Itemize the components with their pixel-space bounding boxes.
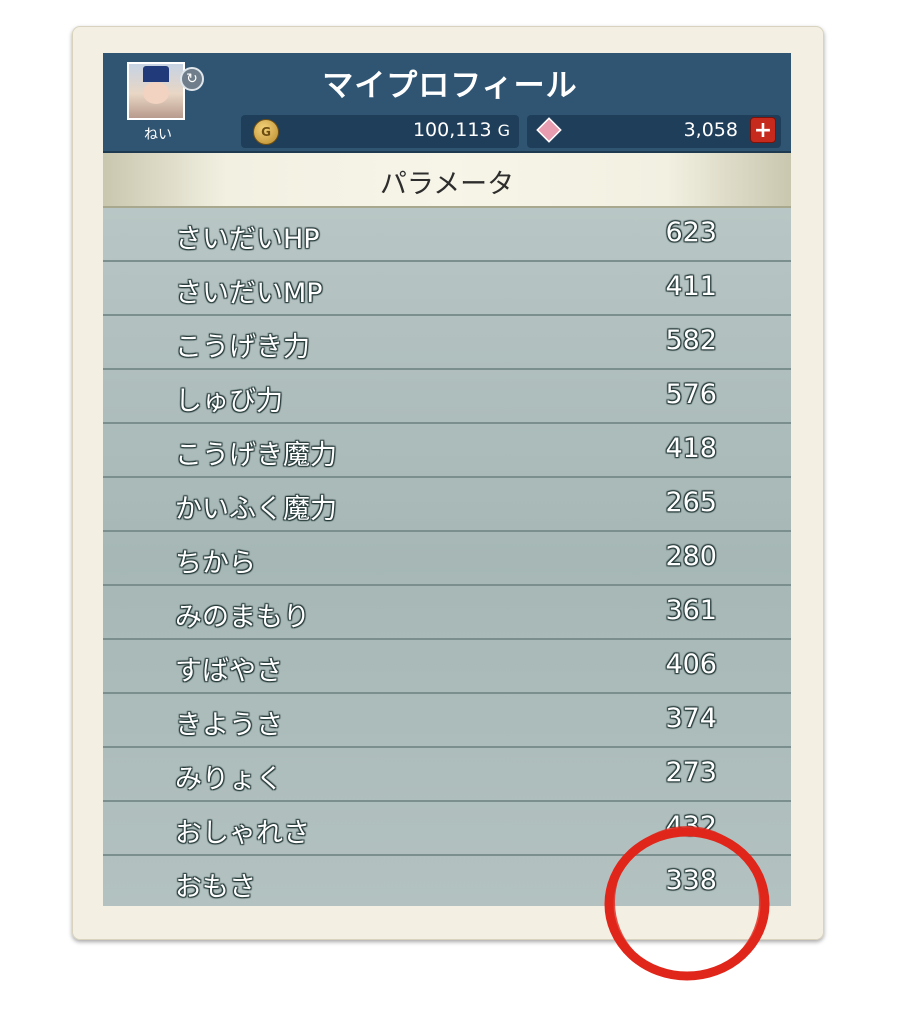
stat-label: きようさ bbox=[175, 710, 283, 741]
stat-row-dexterity: きようさ 374 bbox=[103, 694, 791, 748]
stat-row-charm: みりょく 273 bbox=[103, 748, 791, 802]
stats-table: さいだいHP 623 さいだいMP 411 こうげき力 582 しゅび力 576… bbox=[103, 208, 791, 906]
stat-row-attack-magic: こうげき魔力 418 bbox=[103, 424, 791, 478]
refresh-icon[interactable]: ↻ bbox=[180, 67, 204, 91]
gold-amount: 100,113 G bbox=[300, 119, 510, 141]
stat-value: 623 bbox=[665, 217, 717, 248]
stat-value: 374 bbox=[665, 703, 717, 734]
stat-row-agility: すばやさ 406 bbox=[103, 640, 791, 694]
stat-label: かいふく魔力 bbox=[175, 494, 337, 525]
stat-value: 280 bbox=[665, 541, 717, 572]
stat-value: 273 bbox=[665, 757, 717, 788]
stat-row-defense: しゅび力 576 bbox=[103, 370, 791, 424]
stat-value: 576 bbox=[665, 379, 717, 410]
stat-value: 582 bbox=[665, 325, 717, 356]
stat-label: ちから bbox=[175, 548, 256, 579]
stat-label: しゅび力 bbox=[175, 386, 283, 417]
stat-row-max-hp: さいだいHP 623 bbox=[103, 208, 791, 262]
stat-value: 406 bbox=[665, 649, 717, 680]
page-title: マイプロフィール bbox=[322, 68, 578, 104]
stat-value: 418 bbox=[665, 433, 717, 464]
stat-label: おしゃれさ bbox=[175, 818, 310, 849]
stat-value: 265 bbox=[665, 487, 717, 518]
stat-row-heal-magic: かいふく魔力 265 bbox=[103, 478, 791, 532]
stat-label: こうげき魔力 bbox=[175, 440, 337, 471]
stat-label: すばやさ bbox=[175, 656, 283, 687]
stat-label: さいだいMP bbox=[175, 278, 323, 309]
add-gems-button[interactable]: + bbox=[750, 117, 776, 143]
stat-value: 361 bbox=[665, 595, 717, 626]
gold-coin-icon: G bbox=[253, 119, 279, 145]
player-name: ねい bbox=[144, 127, 172, 143]
section-title: パラメータ bbox=[379, 169, 515, 200]
stat-label: みのまもり bbox=[175, 602, 310, 633]
stat-label: さいだいHP bbox=[175, 224, 320, 255]
stat-row-attack: こうげき力 582 bbox=[103, 316, 791, 370]
red-circle-annotation bbox=[604, 826, 770, 981]
stat-row-strength: ちから 280 bbox=[103, 532, 791, 586]
stat-label: おもさ bbox=[175, 872, 256, 903]
stat-value: 411 bbox=[665, 271, 717, 302]
gem-amount: 3,058 bbox=[683, 119, 738, 141]
avatar-hat bbox=[143, 66, 169, 82]
stat-row-resilience: みのまもり 361 bbox=[103, 586, 791, 640]
gold-unit: G bbox=[497, 121, 510, 140]
stat-label: こうげき力 bbox=[175, 332, 310, 363]
gold-value: 100,113 bbox=[412, 119, 492, 141]
stat-row-max-mp: さいだいMP 411 bbox=[103, 262, 791, 316]
avatar-face bbox=[143, 82, 169, 104]
stat-label: みりょく bbox=[175, 764, 283, 795]
avatar[interactable] bbox=[127, 62, 185, 120]
